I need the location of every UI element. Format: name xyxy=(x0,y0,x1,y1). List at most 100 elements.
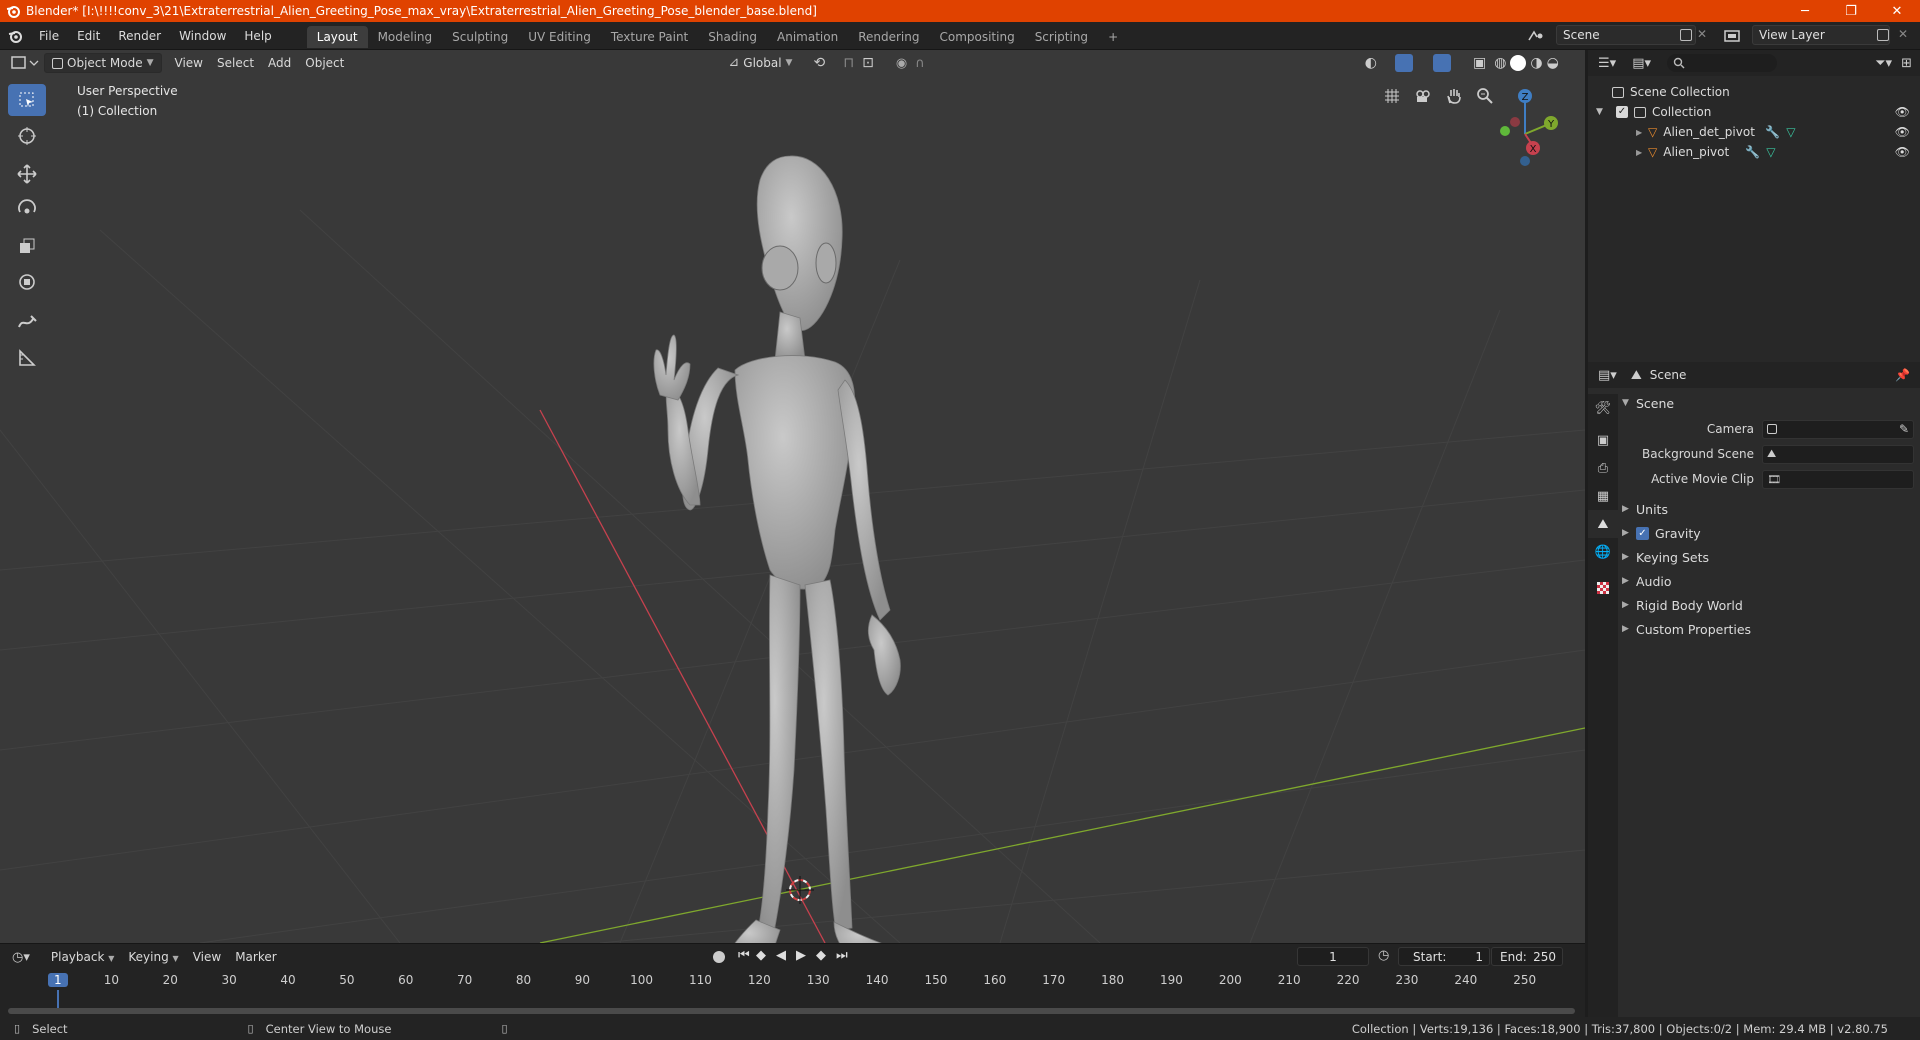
transform-tool[interactable] xyxy=(8,266,46,298)
outliner-row-alien-pivot[interactable]: ▶ ▽ Alien_pivot 🔧 ▽ 👁 xyxy=(1588,142,1920,162)
timeline-editor-type-icon[interactable]: ◷▾ xyxy=(12,950,30,965)
3d-viewport[interactable]: Object Mode ▼ View Select Add Object ⊿ G… xyxy=(0,50,1585,943)
delete-scene-icon[interactable]: ✕ xyxy=(1697,27,1707,41)
scene-panel-header[interactable]: ▼ Scene xyxy=(1622,392,1914,414)
view-layer-icon[interactable] xyxy=(1722,28,1744,44)
new-view-layer-icon[interactable] xyxy=(1877,29,1889,41)
tab-render[interactable]: ▣ xyxy=(1588,426,1618,454)
outliner-row-alien-det-pivot[interactable]: ▶ ▽ Alien_det_pivot 🔧 ▽ 👁 xyxy=(1588,122,1920,142)
jump-end-button[interactable]: ⏭ xyxy=(836,948,848,963)
expand-triangle-icon[interactable]: ▶ xyxy=(1636,148,1648,157)
tab-rendering[interactable]: Rendering xyxy=(848,26,929,48)
tab-layout[interactable]: Layout xyxy=(306,25,368,48)
zoom-view-button[interactable] xyxy=(1472,83,1498,109)
tab-modeling[interactable]: Modeling xyxy=(368,26,443,48)
outliner-search-input[interactable] xyxy=(1667,54,1777,72)
tab-scripting[interactable]: Scripting xyxy=(1025,26,1098,48)
new-scene-icon[interactable] xyxy=(1680,29,1692,41)
rotate-tool[interactable] xyxy=(8,194,46,226)
pin-icon[interactable]: 📌 xyxy=(1895,368,1910,382)
view-layer-field[interactable]: View Layer xyxy=(1752,25,1890,45)
menu-edit[interactable]: Edit xyxy=(68,22,109,50)
select-box-tool[interactable] xyxy=(8,84,46,116)
tab-scene[interactable]: ⛰ xyxy=(1588,510,1618,538)
orientation-dropdown[interactable]: ⊿ Global ▼ xyxy=(721,53,799,73)
blender-menu-icon[interactable] xyxy=(0,22,30,50)
annotate-tool[interactable] xyxy=(8,306,46,338)
menu-help[interactable]: Help xyxy=(235,22,280,50)
timeline-menu-playback[interactable]: Playback ▼ xyxy=(44,947,122,967)
tab-output[interactable]: ⎙ xyxy=(1588,454,1618,482)
minimize-button[interactable]: ─ xyxy=(1782,0,1828,22)
visibility-icon[interactable]: ◐ xyxy=(1365,55,1377,71)
shading-solid-icon[interactable] xyxy=(1510,55,1527,71)
prev-keyframe-button[interactable]: ◆ xyxy=(756,948,766,963)
eye-icon[interactable]: 👁 xyxy=(1895,145,1910,159)
play-reverse-button[interactable]: ◀ xyxy=(776,948,786,963)
delete-view-layer-icon[interactable]: ✕ xyxy=(1898,27,1908,41)
maximize-button[interactable]: ❐ xyxy=(1828,0,1874,22)
outliner-row-collection[interactable]: ▼ ✓ Collection 👁 xyxy=(1588,102,1920,122)
collapse-triangle-icon[interactable]: ▼ xyxy=(1596,107,1610,117)
eye-icon[interactable]: 👁 xyxy=(1895,125,1910,139)
keying-sets-panel-header[interactable]: ▶ Keying Sets xyxy=(1622,546,1914,568)
tab-sculpting[interactable]: Sculpting xyxy=(442,26,518,48)
viewport-menu-object[interactable]: Object xyxy=(298,53,351,73)
shading-wireframe-icon[interactable]: ◍ xyxy=(1494,55,1506,71)
properties-editor-type-icon[interactable]: ▤▾ xyxy=(1598,368,1617,383)
timeline-menu-keying[interactable]: Keying ▼ xyxy=(121,947,185,967)
camera-view-button[interactable] xyxy=(1410,83,1436,109)
expand-triangle-icon[interactable]: ▶ xyxy=(1636,128,1648,137)
tab-view-layer[interactable]: ▦ xyxy=(1588,482,1618,510)
background-scene-field[interactable]: ⛰ xyxy=(1762,444,1914,464)
toggle-ortho-button[interactable] xyxy=(1379,83,1405,109)
rigid-body-world-panel-header[interactable]: ▶ Rigid Body World xyxy=(1622,594,1914,616)
editor-type-icon[interactable] xyxy=(8,53,40,73)
scene-selector-icon[interactable] xyxy=(1526,28,1548,44)
audio-panel-header[interactable]: ▶ Audio xyxy=(1622,570,1914,592)
snap-icon[interactable]: ⊓ xyxy=(843,55,854,71)
measure-tool[interactable] xyxy=(8,342,46,374)
collection-checkbox[interactable]: ✓ xyxy=(1616,106,1628,118)
viewport-menu-add[interactable]: Add xyxy=(261,53,298,73)
add-workspace-button[interactable]: + xyxy=(1098,26,1128,48)
units-panel-header[interactable]: ▶ Units xyxy=(1622,498,1914,520)
viewport-menu-view[interactable]: View xyxy=(168,53,210,73)
tab-tool-settings[interactable]: 🛠 xyxy=(1588,394,1618,422)
pan-view-button[interactable] xyxy=(1441,83,1467,109)
clock-icon[interactable]: ◷ xyxy=(1378,948,1389,963)
outliner-row-scene-collection[interactable]: Scene Collection xyxy=(1588,82,1920,102)
gizmo-toggle-icon[interactable] xyxy=(1394,54,1413,72)
pivot-point-icon[interactable]: ⟲ xyxy=(813,55,825,71)
new-collection-icon[interactable]: ⊞ xyxy=(1901,56,1912,71)
tab-texture[interactable] xyxy=(1588,574,1618,602)
scene-name-field[interactable]: Scene xyxy=(1556,25,1696,45)
next-keyframe-button[interactable]: ◆ xyxy=(816,948,826,963)
falloff-icon[interactable]: ∩ xyxy=(915,56,925,71)
start-frame-field[interactable]: Start: 1 xyxy=(1398,947,1490,966)
timeline-scrollbar[interactable] xyxy=(8,1008,1575,1014)
snap-target-icon[interactable]: ⊡ xyxy=(862,55,874,71)
camera-field[interactable]: ✎ xyxy=(1762,419,1914,439)
menu-window[interactable]: Window xyxy=(170,22,235,50)
custom-properties-panel-header[interactable]: ▶ Custom Properties xyxy=(1622,618,1914,640)
outliner-editor-type-icon[interactable]: ☰▾ xyxy=(1598,56,1616,71)
tab-uv-editing[interactable]: UV Editing xyxy=(518,26,601,48)
play-button[interactable]: ▶ xyxy=(796,948,806,963)
active-movie-clip-field[interactable]: 🎞 xyxy=(1762,469,1914,489)
xray-toggle-icon[interactable]: ▣ xyxy=(1473,55,1486,71)
tab-compositing[interactable]: Compositing xyxy=(929,26,1024,48)
move-tool[interactable] xyxy=(8,158,46,190)
gravity-panel-header[interactable]: ▶ ✓ Gravity xyxy=(1622,522,1914,544)
viewport-menu-select[interactable]: Select xyxy=(210,53,261,73)
tab-world[interactable]: 🌐 xyxy=(1588,538,1618,566)
timeline-menu-marker[interactable]: Marker xyxy=(228,947,283,967)
tab-texture-paint[interactable]: Texture Paint xyxy=(601,26,698,48)
tab-shading[interactable]: Shading xyxy=(698,26,767,48)
filter-icon[interactable]: ⏷▾ xyxy=(1875,56,1892,71)
close-button[interactable]: ✕ xyxy=(1874,0,1920,22)
cursor-tool[interactable] xyxy=(8,120,46,152)
proportional-editing-icon[interactable]: ◉ xyxy=(896,56,907,71)
overlay-toggle-icon[interactable] xyxy=(1432,54,1451,72)
current-frame-field[interactable]: 1 xyxy=(1297,947,1369,966)
